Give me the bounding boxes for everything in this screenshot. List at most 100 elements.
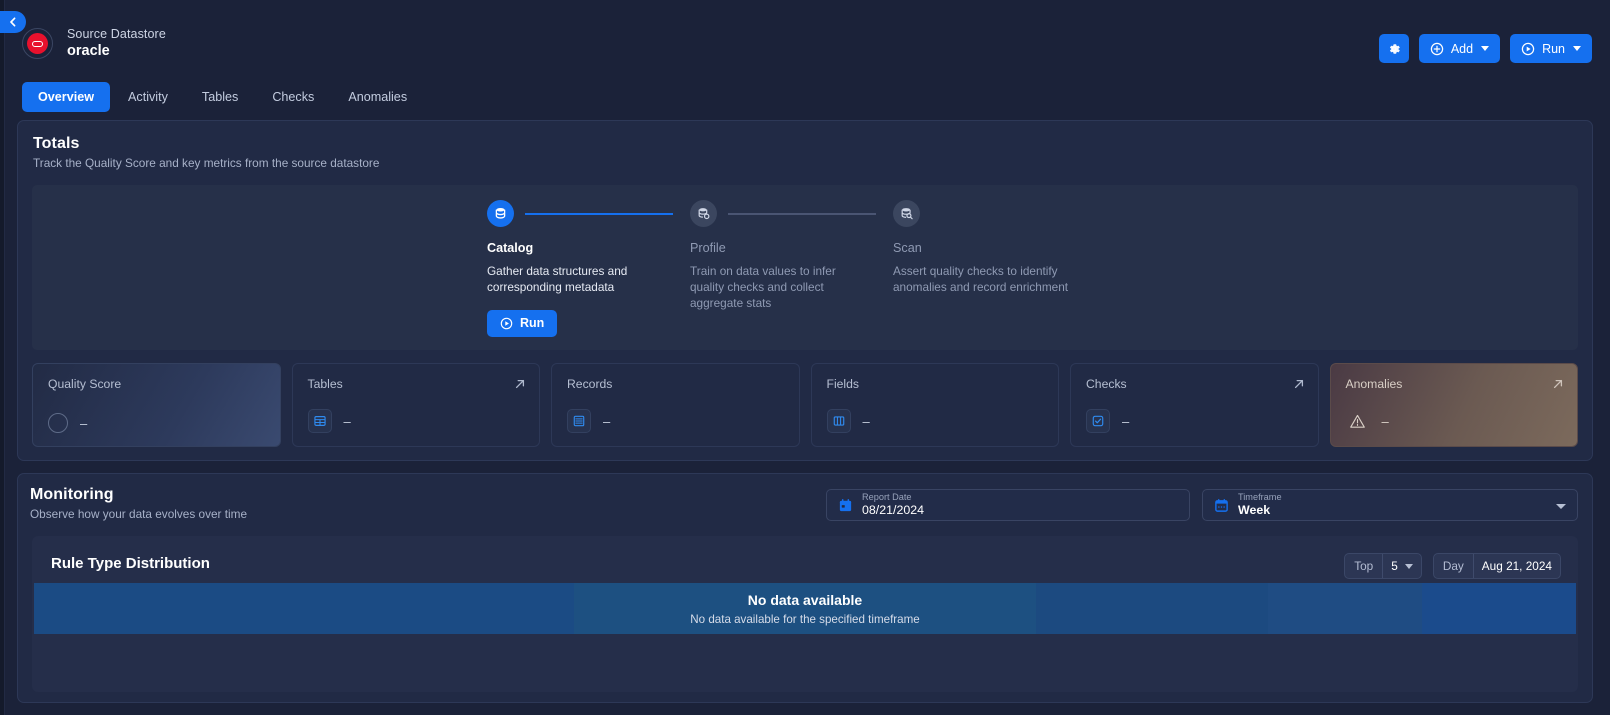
pipeline-stepper-container: Catalog Gather data structures and corre… [32,185,1578,350]
metric-label: Records [567,377,613,391]
metric-value: – [343,413,351,429]
monitoring-controls: Report Date 08/21/2024 Timeframe Week [826,489,1578,521]
monitoring-title: Monitoring [30,486,114,503]
totals-panel: Totals Track the Quality Score and key m… [17,120,1593,461]
metric-cards: Quality Score – Tables – Records – Field… [32,363,1578,447]
pipeline-stepper: Catalog Gather data structures and corre… [487,200,1096,337]
open-tables-arrow-icon[interactable] [514,377,526,395]
records-icon [567,409,591,433]
page-header: Source Datastore oracle Add Run [6,0,1610,82]
step-catalog-circle [487,200,514,227]
metric-label: Quality Score [48,377,122,391]
metric-card-tables[interactable]: Tables – [291,363,540,447]
totals-title: Totals [33,135,80,152]
chart-segment [34,583,574,634]
day-label: Day [1442,559,1464,573]
step-profile-name: Profile [690,241,726,255]
metric-card-anomalies[interactable]: Anomalies – [1329,363,1578,447]
metric-card-records[interactable]: Records – [551,363,800,447]
step-scan-circle [893,200,920,227]
tab-checks[interactable]: Checks [256,82,330,112]
header-actions: Add Run [1378,34,1592,63]
database-search-icon [901,208,913,220]
warning-triangle-icon [1346,409,1370,433]
step-catalog[interactable]: Catalog Gather data structures and corre… [487,200,690,337]
metric-value: – [1122,413,1130,429]
step-scan-description: Assert quality checks to identify anomal… [893,264,1069,294]
add-button[interactable]: Add [1418,34,1501,63]
top-n-label: Top [1354,559,1374,573]
report-date-value: 08/21/2024 [862,503,925,518]
step-connector-profile-scan [728,213,876,215]
open-checks-arrow-icon[interactable] [1293,377,1305,395]
top-n-selector[interactable]: Top 5 [1344,553,1422,579]
metric-card-fields[interactable]: Fields – [810,363,1059,447]
rule-type-distribution-controls: Top 5 Day Aug 21, 2024 [1344,553,1561,579]
run-button-label: Run [1542,41,1565,56]
chevron-down-icon [1573,46,1581,51]
add-button-label: Add [1450,41,1474,56]
metric-label: Checks [1086,377,1127,391]
step-profile[interactable]: Profile Train on data values to infer qu… [690,200,893,337]
play-circle-icon [500,317,513,330]
tab-activity[interactable]: Activity [112,82,184,112]
step-profile-circle [690,200,717,227]
chevron-down-icon[interactable] [1556,504,1566,509]
open-anomalies-arrow-icon[interactable] [1552,377,1564,395]
rule-type-distribution-card: Rule Type Distribution Top 5 Day Aug 21,… [32,536,1578,692]
day-value: Aug 21, 2024 [1481,559,1552,573]
chart-segment [1036,583,1268,634]
timeframe-value: Week [1238,503,1271,518]
app-root: Source Datastore oracle Add Run Overview… [0,0,1610,715]
play-circle-icon [1521,42,1535,55]
step-scan[interactable]: Scan Assert quality checks to identify a… [893,200,1096,337]
metric-card-checks[interactable]: Checks – [1070,363,1319,447]
run-button[interactable]: Run [1510,34,1592,63]
timeframe-select[interactable]: Timeframe Week [1202,489,1578,521]
metric-card-quality-score[interactable]: Quality Score – [32,363,281,447]
monitoring-panel: Monitoring Observe how your data evolves… [17,473,1593,703]
totals-subtitle: Track the Quality Score and key metrics … [33,156,380,170]
metric-label: Anomalies [1345,377,1403,391]
step-profile-description: Train on data values to infer quality ch… [690,264,836,310]
step-scan-name: Scan [893,241,922,255]
monitoring-subtitle: Observe how your data evolves over time [30,507,248,521]
metric-value: – [603,413,611,429]
tab-tables[interactable]: Tables [186,82,254,112]
metric-value: – [862,413,870,429]
rule-type-distribution-title: Rule Type Distribution [51,555,210,572]
chart-segment [1421,583,1576,634]
chevron-down-icon[interactable] [1404,563,1413,569]
score-ring-icon [48,413,68,433]
chart-segment [573,583,1037,634]
catalog-run-label: Run [520,316,545,331]
metric-label: Tables [307,377,343,391]
metric-value: – [1381,413,1389,429]
report-date-label: Report Date [862,491,912,502]
top-n-value: 5 [1391,559,1398,573]
tab-anomalies[interactable]: Anomalies [332,82,423,112]
table-icon [307,409,332,433]
day-selector[interactable]: Day Aug 21, 2024 [1432,553,1561,579]
sidebar-collapse-button[interactable] [0,11,26,33]
step-catalog-name: Catalog [487,241,534,255]
avatar [22,28,53,60]
settings-button[interactable] [1378,34,1409,63]
datastore-type-label: Source Datastore [67,27,166,41]
tab-overview[interactable]: Overview [22,82,111,112]
monitoring-header: Monitoring Observe how your data evolves… [30,486,247,521]
database-icon [495,207,506,219]
catalog-run-button[interactable]: Run [487,309,558,337]
left-rail [0,0,5,715]
report-date-input[interactable]: Report Date 08/21/2024 [826,489,1190,521]
page-title: oracle [67,43,110,60]
chevron-down-icon [1481,46,1490,51]
database-gear-icon [698,208,710,220]
gear-icon [1389,43,1400,54]
timeframe-label: Timeframe [1238,491,1282,502]
datastore-identity: Source Datastore oracle [22,27,166,60]
calendar-icon [838,498,853,513]
check-square-icon [1086,409,1110,433]
oracle-logo-icon [27,33,48,55]
calendar-range-icon [1214,498,1229,513]
